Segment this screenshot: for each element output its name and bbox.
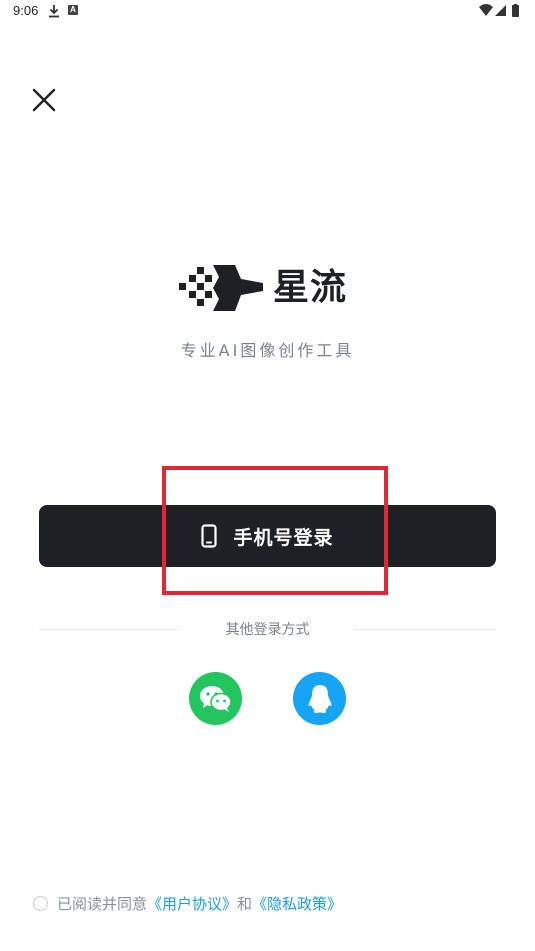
agreement-prefix: 已阅读并同意 — [57, 894, 148, 913]
signal-icon — [495, 5, 506, 16]
agreement-checkbox[interactable] — [33, 895, 48, 911]
status-time: 9:06 — [13, 3, 39, 18]
privacy-policy-link[interactable]: 《隐私政策》 — [252, 893, 342, 914]
download-icon — [49, 5, 59, 18]
other-login-label: 其他登录方式 — [225, 622, 310, 638]
user-agreement-link[interactable]: 《用户协议》 — [147, 893, 237, 914]
phone-icon — [201, 524, 218, 548]
brand-name: 星流 — [273, 267, 348, 308]
other-login-divider: 其他登录方式 — [39, 619, 496, 641]
qq-icon — [308, 684, 331, 713]
brand-logo: 星流 — [0, 262, 535, 314]
close-icon[interactable] — [30, 86, 58, 114]
qq-login-button[interactable] — [293, 672, 346, 725]
system-status-icons — [479, 4, 519, 17]
wechat-login-button[interactable] — [189, 672, 242, 725]
wechat-icon — [199, 685, 232, 712]
phone-login-button[interactable]: 手机号登录 — [39, 505, 496, 567]
status-bar: 9:06 A — [0, 0, 535, 24]
phone-login-label: 手机号登录 — [233, 526, 334, 549]
agreement-and: 和 — [237, 894, 253, 913]
a-notification-icon: A — [68, 5, 78, 15]
battery-icon — [512, 5, 519, 17]
wifi-icon — [479, 4, 493, 16]
xingliu-logo-icon — [179, 265, 263, 311]
divider-line — [354, 629, 496, 630]
agreement-row: 已阅读并同意 《用户协议》 和 《隐私政策》 — [33, 891, 342, 915]
brand-tagline: 专业AI图像创作工具 — [180, 341, 355, 360]
